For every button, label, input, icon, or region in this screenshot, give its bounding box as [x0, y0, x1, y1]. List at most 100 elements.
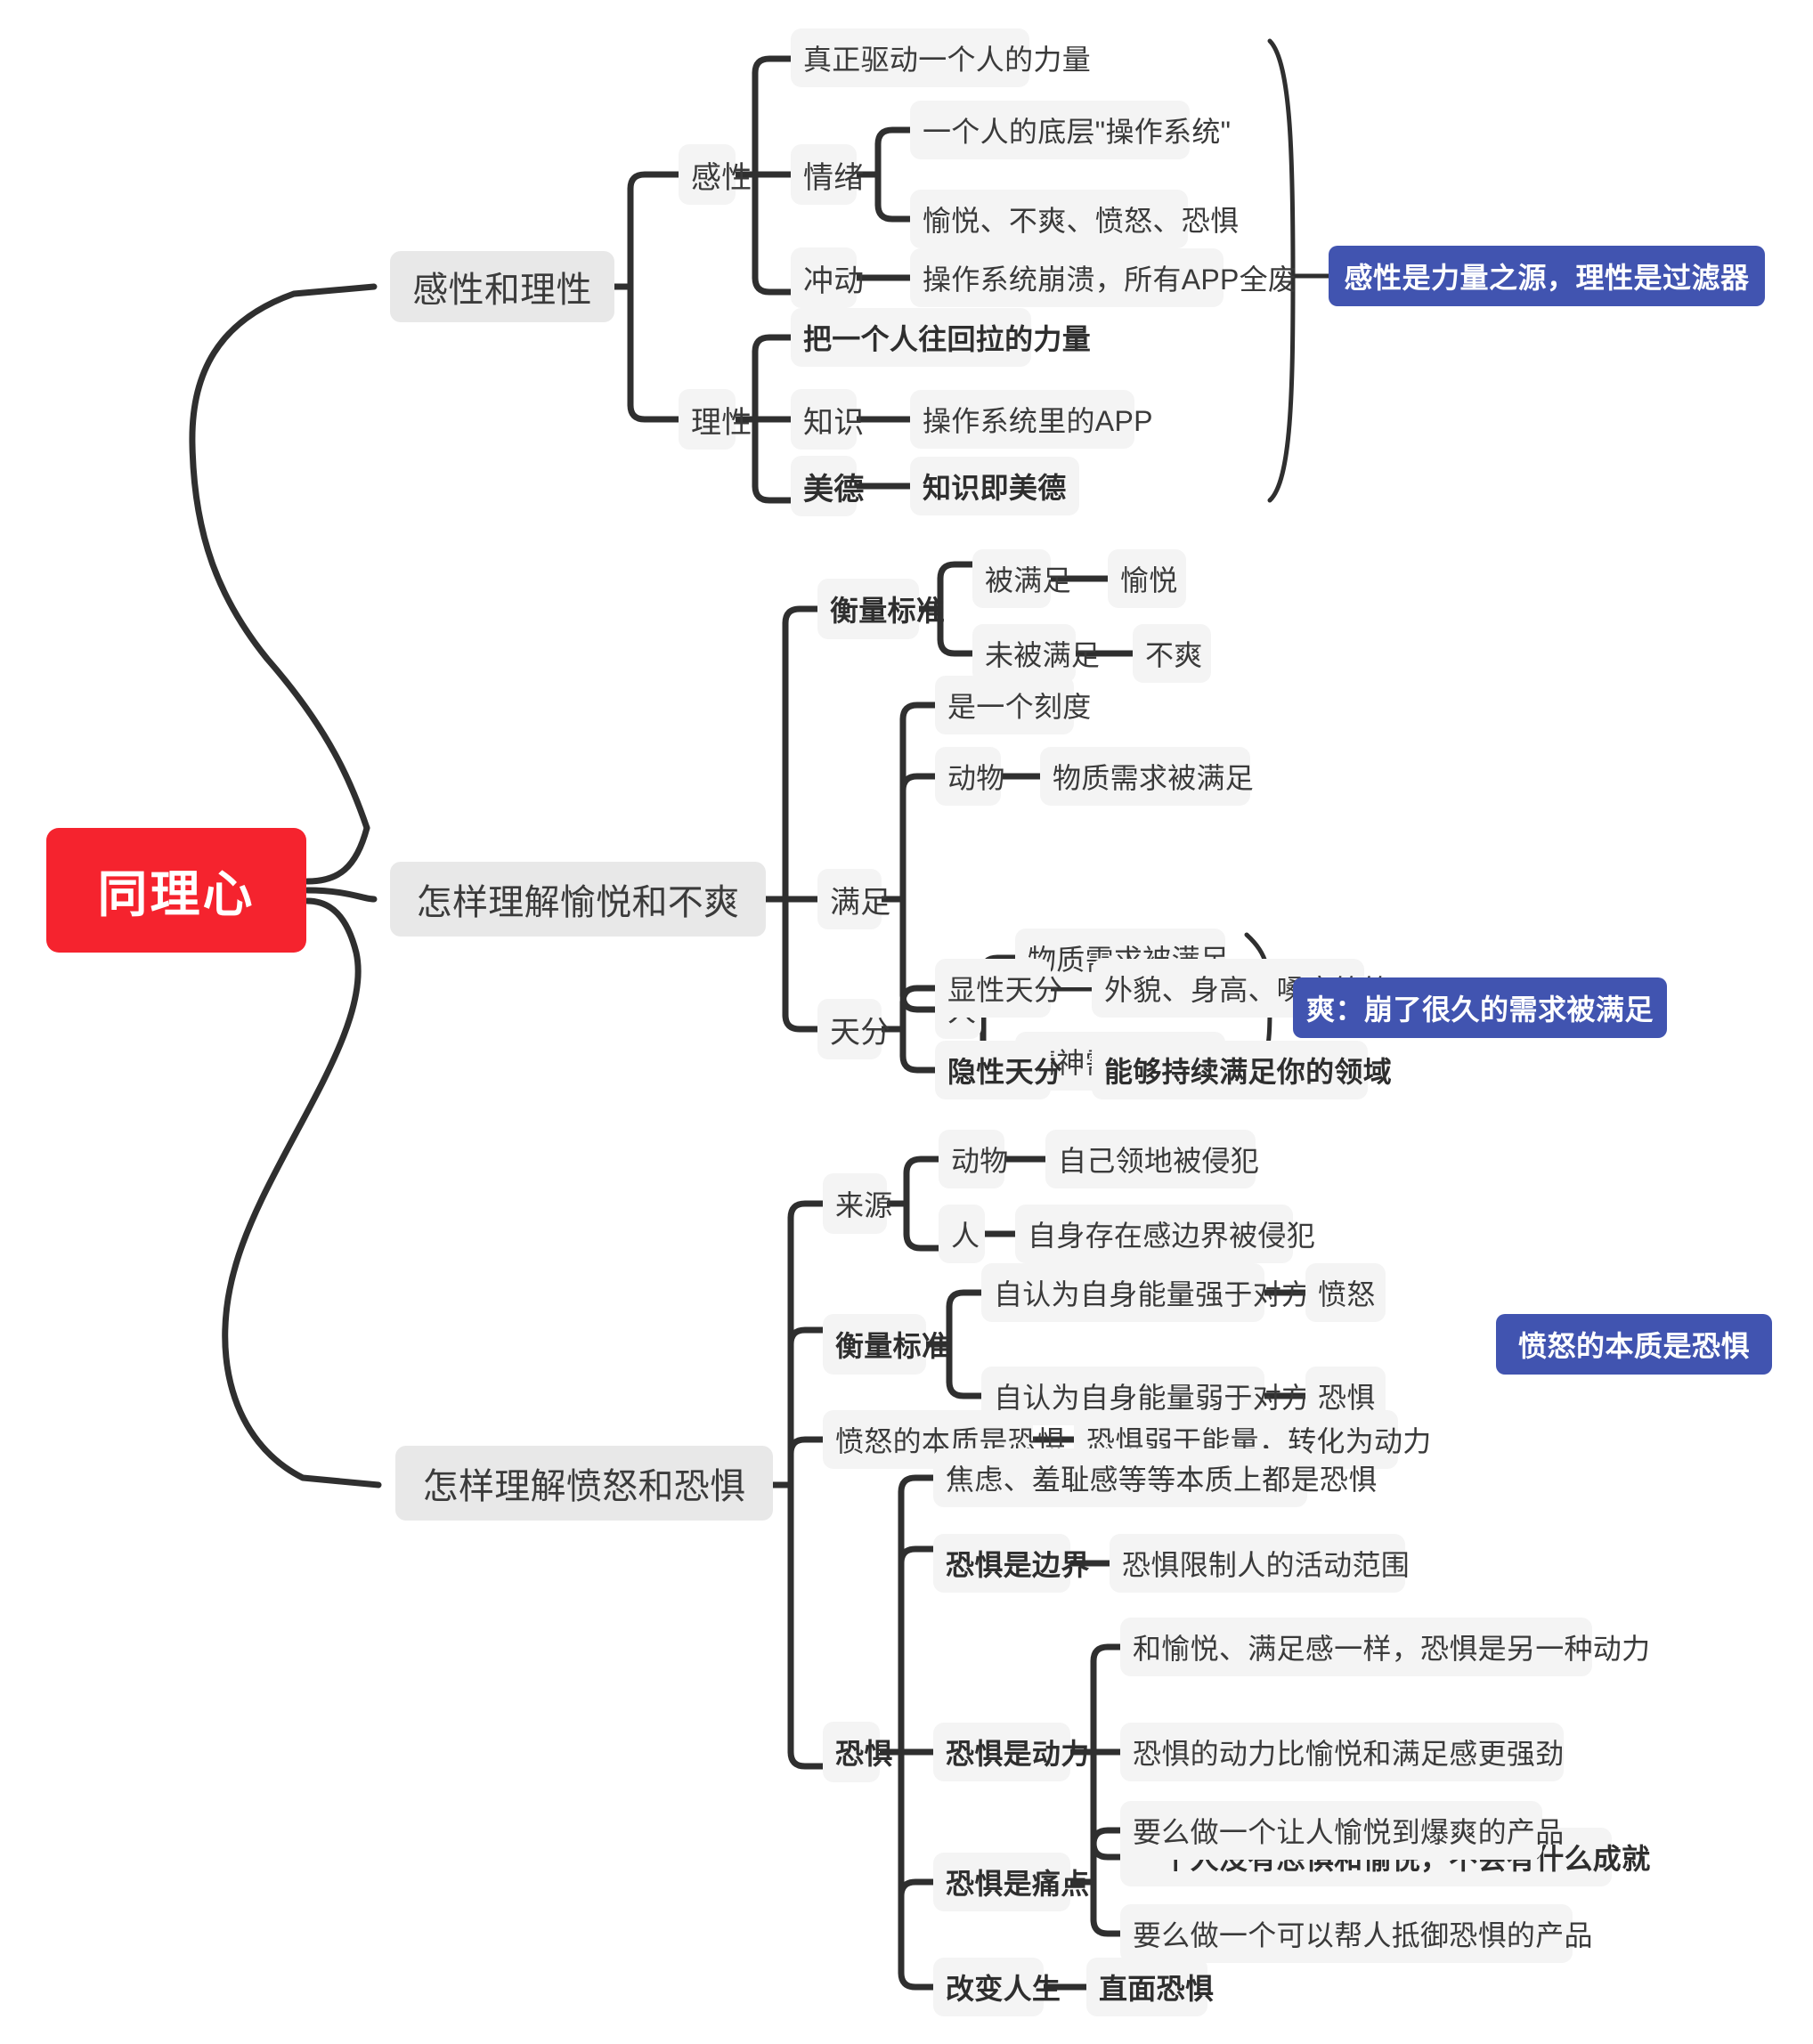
- node-b1-drive-force[interactable]: 真正驱动一个人的力量: [791, 28, 1091, 87]
- node-label: 不爽: [1145, 639, 1203, 671]
- summary-label: 爽：崩了很久的需求被满足: [1306, 994, 1654, 1026]
- node-label: 能够持续满足你的领域: [1104, 1056, 1393, 1088]
- topic-node-1[interactable]: 感性和理性: [390, 251, 614, 322]
- root-node[interactable]: 同理心: [46, 828, 306, 953]
- node-b1-os-crash[interactable]: 操作系统崩溃，所有APP全废: [910, 248, 1297, 307]
- topic-label-2: 怎样理解愉悦和不爽: [416, 883, 740, 922]
- topic-label-3: 怎样理解愤怒和恐惧: [422, 1467, 746, 1506]
- node-b3-stronger-energy[interactable]: 自认为自身能量强于对方: [981, 1263, 1310, 1322]
- node-b2-manzu[interactable]: 满足: [817, 869, 890, 929]
- node-b1-bottom-os[interactable]: 一个人的底层"操作系统": [910, 101, 1231, 159]
- node-label: 物质需求被满足: [1053, 762, 1255, 794]
- node-b2-satisfied[interactable]: 被满足: [972, 549, 1071, 608]
- node-b2-your-domain[interactable]: 能够持续满足你的领域: [1092, 1041, 1392, 1099]
- node-label: 恐惧是边界: [946, 1549, 1090, 1581]
- node-label: 隐性天分: [947, 1056, 1063, 1088]
- node-label: 理性: [691, 405, 752, 440]
- node-b2-implicit-talent[interactable]: 隐性天分: [935, 1041, 1062, 1099]
- node-b3-kongju[interactable]: 恐惧: [823, 1722, 892, 1782]
- node-b2-unsatisfied[interactable]: 未被满足: [972, 624, 1100, 683]
- node-qingxu[interactable]: 情绪: [791, 144, 864, 205]
- summary-label: 愤怒的本质是恐惧: [1517, 1330, 1750, 1362]
- node-label: 来源: [835, 1189, 893, 1221]
- node-label: 要么做一个让人愉悦到爆爽的产品: [1133, 1816, 1565, 1848]
- node-b2-animal[interactable]: 动物: [935, 747, 1004, 806]
- node-label: 直面恐惧: [1099, 1973, 1215, 2005]
- node-label: 满足: [830, 885, 891, 920]
- node-label: 操作系统崩溃，所有APP全废: [923, 264, 1297, 296]
- node-label: 要么做一个可以帮人抵御恐惧的产品: [1133, 1919, 1593, 1951]
- node-label: 焦虑、羞耻感等等本质上都是恐惧: [946, 1464, 1378, 1496]
- node-b3-product-resist-fear[interactable]: 要么做一个可以帮人抵御恐惧的产品: [1120, 1904, 1593, 1963]
- node-label: 被满足: [985, 564, 1071, 596]
- node-label: 恐惧: [835, 1738, 893, 1770]
- node-label: 显性天分: [947, 974, 1063, 1006]
- node-label: 感性: [691, 160, 752, 195]
- node-label: 恐惧限制人的活动范围: [1122, 1549, 1411, 1581]
- node-label: 知识: [803, 405, 865, 440]
- node-label: 改变人生: [946, 1973, 1061, 2005]
- node-label: 动物: [951, 1145, 1009, 1177]
- node-label: 愉悦: [1120, 564, 1178, 596]
- node-b3-human[interactable]: 人: [939, 1204, 985, 1263]
- node-b1-four-emotions[interactable]: 愉悦、不爽、愤怒、恐惧: [910, 190, 1239, 248]
- node-label: 知识即美德: [923, 472, 1067, 504]
- node-label: 自身存在感边界被侵犯: [1028, 1220, 1316, 1252]
- node-label: 自认为自身能量强于对方: [994, 1278, 1311, 1310]
- node-b3-fear-is-motivation[interactable]: 恐惧是动力: [933, 1723, 1089, 1781]
- node-b1-app-in-os[interactable]: 操作系统里的APP: [910, 390, 1152, 449]
- node-label: 衡量标准: [830, 595, 946, 627]
- node-b3-anger[interactable]: 愤怒: [1305, 1263, 1386, 1322]
- node-b3-animal[interactable]: 动物: [939, 1130, 1008, 1188]
- node-b3-existence-boundary-invaded[interactable]: 自身存在感边界被侵犯: [1015, 1204, 1315, 1263]
- node-label: 动物: [947, 762, 1005, 794]
- node-label: 恐惧是痛点: [946, 1868, 1090, 1900]
- node-b3-fear-another-motivation[interactable]: 和愉悦、满足感一样，恐惧是另一种动力: [1120, 1618, 1650, 1676]
- node-b2-explicit-talent[interactable]: 显性天分: [935, 959, 1062, 1018]
- node-label: 冲动: [803, 264, 865, 298]
- node-b3-territory-invaded[interactable]: 自己领地被侵犯: [1045, 1130, 1260, 1188]
- node-label: 自己领地被侵犯: [1058, 1145, 1260, 1177]
- node-b3-fear-is-painpoint[interactable]: 恐惧是痛点: [933, 1853, 1089, 1911]
- node-label: 把一个人往回拉的力量: [803, 323, 1092, 355]
- node-b1-knowledge-is-virtue[interactable]: 知识即美德: [910, 457, 1079, 515]
- topic-node-3[interactable]: 怎样理解愤怒和恐惧: [395, 1446, 773, 1521]
- node-b3-fear-is-boundary[interactable]: 恐惧是边界: [933, 1534, 1089, 1593]
- node-meide[interactable]: 美德: [791, 456, 864, 516]
- node-b2-a-scale[interactable]: 是一个刻度: [935, 676, 1091, 734]
- node-label: 真正驱动一个人的力量: [803, 44, 1092, 76]
- node-label: 恐惧的动力比愉悦和满足感更强劲: [1133, 1738, 1565, 1770]
- mindmap-canvas: 同理心 感性和理性 感性 理性 真正驱动一个人的力量 情绪 一个人的底层"操作系…: [0, 0, 1813, 2044]
- summary-node-1[interactable]: 感性是力量之源，理性是过滤器: [1329, 246, 1765, 306]
- node-label: 愉悦、不爽、愤怒、恐惧: [923, 205, 1240, 237]
- node-b3-product-pleasure[interactable]: 要么做一个让人愉悦到爆爽的产品: [1120, 1801, 1564, 1860]
- node-b2-material-need-met[interactable]: 物质需求被满足: [1040, 747, 1254, 806]
- topic-label-1: 感性和理性: [412, 271, 592, 310]
- root-label: 同理心: [97, 865, 256, 922]
- node-b1-pull-back[interactable]: 把一个人往回拉的力量: [791, 308, 1091, 367]
- node-b2-unpleasant[interactable]: 不爽: [1133, 624, 1211, 683]
- summary-node-3[interactable]: 愤怒的本质是恐惧: [1496, 1314, 1772, 1375]
- node-label: 是一个刻度: [947, 691, 1092, 723]
- node-b3-source[interactable]: 来源: [823, 1173, 892, 1234]
- node-label: 愤怒: [1318, 1278, 1376, 1310]
- node-zhishi[interactable]: 知识: [791, 389, 864, 450]
- summary-node-2[interactable]: 爽：崩了很久的需求被满足: [1293, 977, 1667, 1038]
- node-b3-criteria[interactable]: 衡量标准: [823, 1314, 950, 1375]
- node-b3-fear-limits-range[interactable]: 恐惧限制人的活动范围: [1110, 1534, 1410, 1593]
- node-b3-face-fear[interactable]: 直面恐惧: [1086, 1958, 1214, 2016]
- node-b3-fear-stronger-motivation[interactable]: 恐惧的动力比愉悦和满足感更强劲: [1120, 1723, 1564, 1781]
- node-b3-anxiety-shame[interactable]: 焦虑、羞耻感等等本质上都是恐惧: [933, 1448, 1377, 1507]
- summary-label: 感性是力量之源，理性是过滤器: [1344, 262, 1750, 294]
- node-ganxing[interactable]: 感性: [679, 144, 752, 205]
- node-chongdong[interactable]: 冲动: [791, 247, 864, 308]
- topic-node-2[interactable]: 怎样理解愉悦和不爽: [390, 862, 766, 937]
- node-b2-criteria[interactable]: 衡量标准: [817, 579, 945, 639]
- node-b3-change-life[interactable]: 改变人生: [933, 1958, 1061, 2016]
- node-b2-tianfen[interactable]: 天分: [817, 999, 890, 1059]
- node-label: 和愉悦、满足感一样，恐惧是另一种动力: [1133, 1633, 1651, 1665]
- node-b2-pleasure[interactable]: 愉悦: [1108, 549, 1186, 608]
- node-lixing[interactable]: 理性: [679, 389, 752, 450]
- node-label: 恐惧是动力: [946, 1738, 1090, 1770]
- node-label: 情绪: [803, 160, 865, 195]
